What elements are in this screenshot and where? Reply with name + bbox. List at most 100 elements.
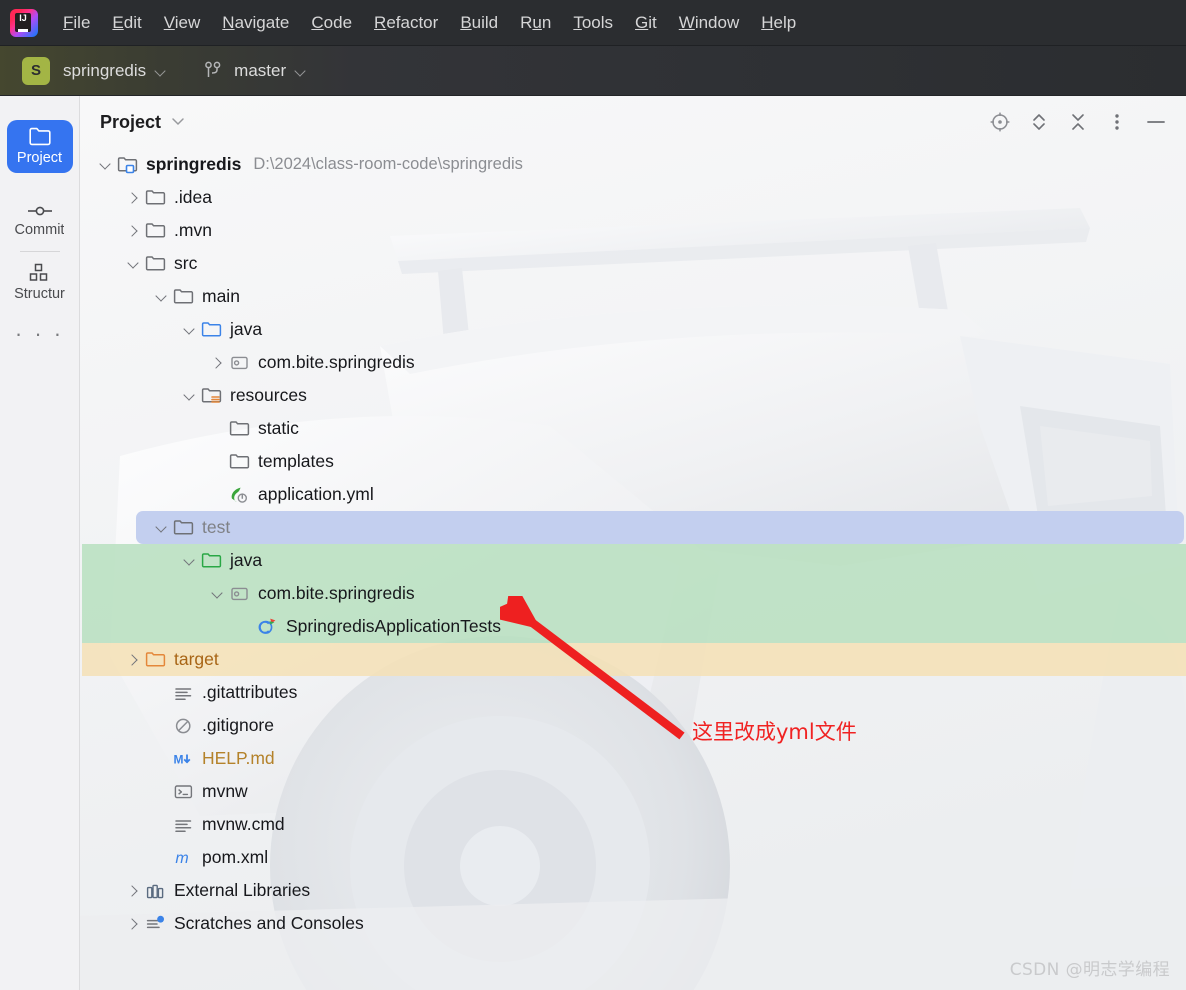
tree-row[interactable]: mvnw bbox=[80, 775, 1186, 808]
tree-row-path: D:\2024\class-room-code\springredis bbox=[253, 155, 523, 174]
tree-row-label: Scratches and Consoles bbox=[174, 907, 364, 940]
tree-row[interactable]: java bbox=[80, 313, 1186, 346]
menu-item-refactor[interactable]: Refactor bbox=[363, 9, 449, 37]
tree-row[interactable]: com.bite.springredis bbox=[80, 346, 1186, 379]
chevron-down-icon[interactable] bbox=[206, 577, 228, 610]
menu-item-file[interactable]: File bbox=[52, 9, 101, 37]
chevron-down-icon[interactable] bbox=[94, 148, 116, 181]
menu-item-tools[interactable]: Tools bbox=[562, 9, 624, 37]
expand-all-icon[interactable] bbox=[1028, 111, 1050, 133]
resource-root-icon bbox=[201, 386, 222, 405]
menu-item-help[interactable]: Help bbox=[750, 9, 807, 37]
tree-row[interactable]: .idea bbox=[80, 181, 1186, 214]
chevron-right-icon[interactable] bbox=[122, 181, 144, 214]
folder-icon bbox=[172, 517, 194, 539]
chevron-down-icon[interactable] bbox=[150, 511, 172, 544]
tree-row[interactable]: test bbox=[80, 511, 1186, 544]
chevron-down-icon[interactable] bbox=[150, 280, 172, 313]
collapse-all-icon[interactable] bbox=[1067, 111, 1089, 133]
git-branch-icon bbox=[204, 61, 222, 81]
menu-mnemonic: B bbox=[460, 13, 471, 32]
chevron-down-icon[interactable] bbox=[178, 379, 200, 412]
sidebar-more-button[interactable]: · · · bbox=[15, 321, 64, 347]
intellij-idea-logo-icon bbox=[10, 9, 38, 37]
folder-icon bbox=[229, 419, 250, 438]
chevron-right-icon[interactable] bbox=[122, 874, 144, 907]
tree-spacer bbox=[150, 709, 172, 742]
chevron-down-icon[interactable] bbox=[178, 544, 200, 577]
chevron-down-icon[interactable] bbox=[122, 247, 144, 280]
tree-row-label: resources bbox=[230, 379, 307, 412]
folder-icon bbox=[173, 518, 194, 537]
tree-row[interactable]: main bbox=[80, 280, 1186, 313]
menu-mnemonic: u bbox=[532, 13, 541, 32]
tree-row[interactable]: springredis D:\2024\class-room-code\sprin… bbox=[80, 148, 1186, 181]
sidebar-item-label: Project bbox=[17, 150, 62, 166]
csdn-watermark: CSDN @明志学编程 bbox=[1010, 955, 1170, 980]
markdown-icon: M bbox=[173, 749, 194, 768]
chevron-right-icon[interactable] bbox=[122, 214, 144, 247]
package-icon bbox=[228, 583, 250, 605]
menu-mnemonic: N bbox=[222, 13, 234, 32]
shell-script-icon bbox=[173, 782, 194, 801]
tree-row[interactable]: resources bbox=[80, 379, 1186, 412]
chevron-down-icon bbox=[155, 67, 166, 74]
menu-item-code[interactable]: Code bbox=[300, 9, 363, 37]
sidebar-item-structure[interactable]: Structur bbox=[7, 256, 73, 309]
menu-item-git[interactable]: Git bbox=[624, 9, 668, 37]
commit-icon bbox=[27, 204, 53, 218]
chevron-right-icon[interactable] bbox=[122, 643, 144, 676]
spring-yaml-icon bbox=[228, 484, 250, 506]
left-tool-stripe: Project Commit Structur · · · bbox=[0, 96, 80, 990]
tool-window-actions bbox=[989, 111, 1186, 133]
menu-items: FileEditViewNavigateCodeRefactorBuildRun… bbox=[52, 9, 807, 37]
gitignore-icon bbox=[172, 715, 194, 737]
menu-item-view[interactable]: View bbox=[153, 9, 212, 37]
tree-row[interactable]: java bbox=[80, 544, 1186, 577]
tree-row-label: springredis bbox=[146, 148, 241, 181]
tree-row[interactable]: templates bbox=[80, 445, 1186, 478]
branch-selector[interactable]: master bbox=[204, 61, 306, 81]
spring-yaml-icon bbox=[229, 485, 250, 504]
tree-spacer bbox=[206, 478, 228, 511]
sidebar-item-commit[interactable]: Commit bbox=[7, 197, 73, 245]
project-toolbar: S springredis master bbox=[0, 46, 1186, 96]
menu-item-navigate[interactable]: Navigate bbox=[211, 9, 300, 37]
tree-row[interactable]: src bbox=[80, 247, 1186, 280]
menu-mnemonic: H bbox=[761, 13, 773, 32]
chevron-down-icon[interactable] bbox=[171, 113, 185, 131]
tree-row[interactable]: mpom.xml bbox=[80, 841, 1186, 874]
menu-mnemonic: E bbox=[112, 13, 123, 32]
test-class-icon bbox=[257, 617, 278, 636]
tree-row[interactable]: mvnw.cmd bbox=[80, 808, 1186, 841]
tree-spacer bbox=[150, 676, 172, 709]
tree-row[interactable]: .mvn bbox=[80, 214, 1186, 247]
project-selector[interactable]: S springredis bbox=[22, 57, 166, 85]
tree-row[interactable]: application.yml bbox=[80, 478, 1186, 511]
tree-row-label: SpringredisApplicationTests bbox=[286, 610, 501, 643]
chevron-down-icon[interactable] bbox=[178, 313, 200, 346]
menu-item-edit[interactable]: Edit bbox=[101, 9, 152, 37]
menu-item-run[interactable]: Run bbox=[509, 9, 562, 37]
gitignore-icon bbox=[173, 716, 194, 735]
chevron-right-icon[interactable] bbox=[122, 907, 144, 940]
tree-spacer bbox=[150, 742, 172, 775]
sidebar-item-project[interactable]: Project bbox=[7, 120, 73, 173]
libraries-icon bbox=[145, 881, 166, 900]
project-tree[interactable]: springredis D:\2024\class-room-code\sprin… bbox=[80, 148, 1186, 940]
folder-icon bbox=[145, 221, 166, 240]
tree-row[interactable]: Scratches and Consoles bbox=[80, 907, 1186, 940]
hide-icon[interactable] bbox=[1145, 111, 1167, 133]
maven-icon: m bbox=[172, 847, 194, 869]
more-options-icon[interactable] bbox=[1106, 111, 1128, 133]
excluded-folder-icon bbox=[145, 650, 166, 669]
tree-row[interactable]: static bbox=[80, 412, 1186, 445]
menu-item-window[interactable]: Window bbox=[668, 9, 750, 37]
menu-item-build[interactable]: Build bbox=[449, 9, 509, 37]
tree-row-label: static bbox=[258, 412, 299, 445]
chevron-down-icon bbox=[295, 67, 306, 74]
chevron-right-icon[interactable] bbox=[206, 346, 228, 379]
source-root-icon bbox=[200, 319, 222, 341]
select-opened-file-icon[interactable] bbox=[989, 111, 1011, 133]
tree-row[interactable]: External Libraries bbox=[80, 874, 1186, 907]
